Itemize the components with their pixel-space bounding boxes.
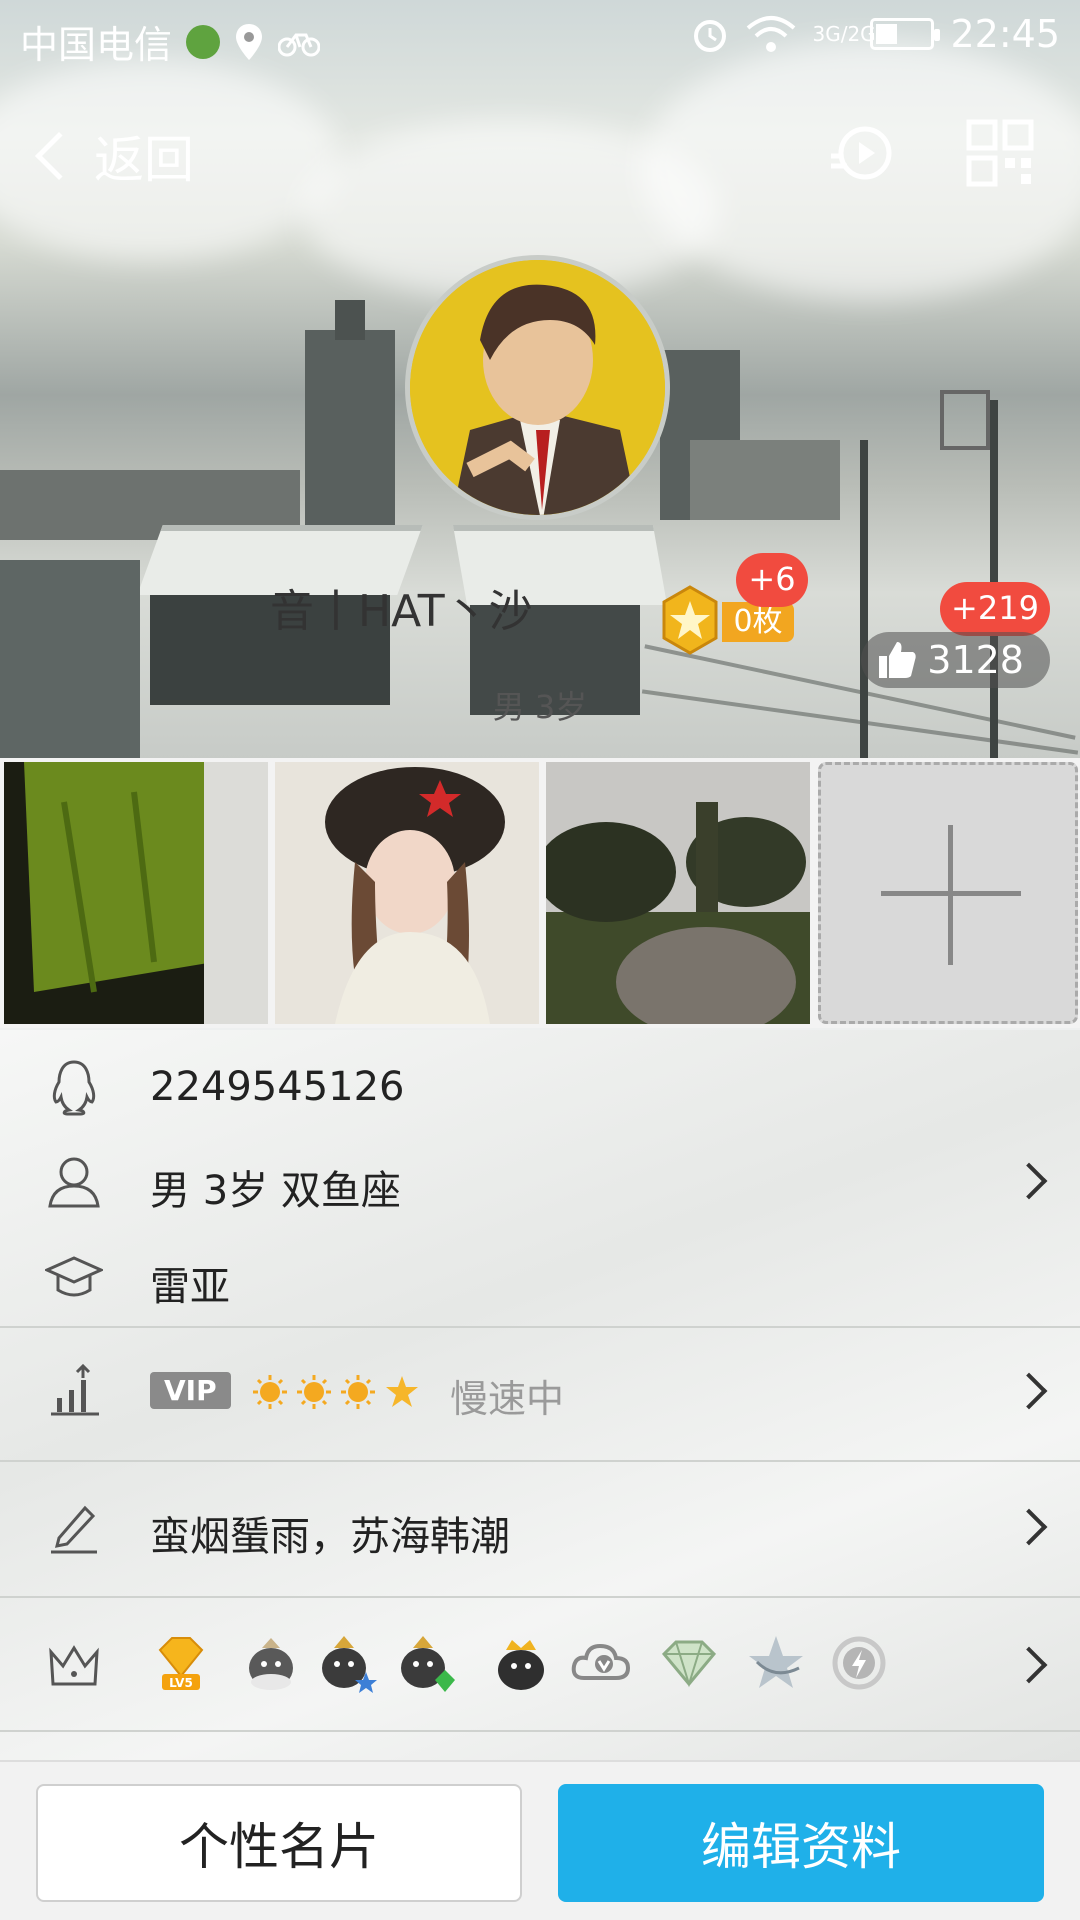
avatar-image <box>410 260 665 515</box>
wifi-icon <box>747 16 796 52</box>
star-icon <box>749 1636 803 1688</box>
pencil-icon <box>51 1505 97 1554</box>
photo-1[interactable] <box>4 762 268 1024</box>
building-tower <box>335 300 365 340</box>
add-photo-button[interactable] <box>818 762 1078 1024</box>
tower <box>940 390 990 450</box>
photo-2-image <box>275 762 539 1024</box>
chevron-right-icon <box>1010 1372 1048 1410</box>
vip-badge: VIP <box>150 1372 231 1409</box>
gender-age-subtitle: 男 3岁 <box>492 688 588 726</box>
basic-info: 男 3岁 双鱼座 <box>150 1168 401 1214</box>
photo-3[interactable] <box>546 762 810 1024</box>
sun-icon <box>341 1375 375 1409</box>
photo-3-image <box>546 762 810 1024</box>
likes-count: 3128 <box>927 638 1024 682</box>
green-diamond-icon <box>661 1640 717 1688</box>
qq-number: 2249545126 <box>150 1064 405 1110</box>
clock: 22:45 <box>950 12 1060 56</box>
bottom-action-bar: 个性名片 编辑资料 <box>0 1760 1080 1920</box>
qq-penguin-star-icon <box>322 1636 377 1693</box>
status-bar: 中国电信 3G/2G 22:45 <box>0 0 1080 76</box>
divider <box>0 1596 1080 1598</box>
signature-text: 蛮烟蜑雨，苏海韩潮 <box>150 1514 510 1560</box>
alarm-icon <box>694 20 727 52</box>
divider <box>0 1460 1080 1462</box>
train <box>0 560 140 760</box>
qq-cloud-v-icon <box>571 1643 631 1680</box>
medal-new-badge: +6 <box>736 553 808 607</box>
school-name: 雷亚 <box>150 1264 230 1310</box>
photo-1-image <box>4 762 268 1024</box>
network-type: 3G/2G <box>812 22 876 46</box>
nickname: 音丨HAT丶沙 <box>270 586 533 637</box>
sun-icon <box>253 1375 287 1409</box>
person-icon <box>48 1157 100 1208</box>
diamond-lv5-icon: LV5 <box>158 1637 204 1690</box>
qq-penguin-icon <box>249 1638 293 1690</box>
qq-penguin-green-icon <box>401 1636 455 1692</box>
chevron-right-icon <box>1010 1508 1048 1546</box>
sun-icon <box>297 1375 331 1409</box>
qq-penguin-crown-icon <box>498 1640 544 1690</box>
personal-card-button[interactable]: 个性名片 <box>36 1784 522 1902</box>
medal-icon[interactable] <box>660 585 720 655</box>
chevron-left-icon <box>34 131 84 181</box>
crown-icon <box>49 1645 99 1686</box>
badge-lv-text: LV5 <box>169 1676 193 1690</box>
photo-2[interactable] <box>275 762 539 1024</box>
building <box>305 330 395 530</box>
vip-status: 慢速中 <box>450 1377 565 1421</box>
likes-button[interactable]: 3128 <box>861 632 1050 688</box>
building <box>690 440 840 520</box>
graduation-cap-icon <box>45 1256 103 1297</box>
qq-penguin-outline-icon <box>52 1060 96 1116</box>
avatar[interactable] <box>405 255 670 520</box>
nickname-row: 音丨HAT丶沙 <box>270 575 533 639</box>
divider <box>0 1730 1080 1732</box>
music-play-icon[interactable] <box>825 118 895 188</box>
battery-icon <box>870 18 941 50</box>
medal-count[interactable]: 0枚 <box>722 602 794 642</box>
qr-code-icon[interactable] <box>965 118 1035 188</box>
carrier-label: 中国电信 <box>20 23 173 67</box>
lightning-icon <box>832 1636 886 1690</box>
likes-new-badge: +219 <box>940 582 1050 636</box>
star-icon <box>386 1376 418 1407</box>
back-label: 返回 <box>94 131 194 189</box>
profile-info-list: 2249545126 男 3岁 双鱼座 雷亚 VIP 慢速中 蛮烟蜑雨，苏海韩潮… <box>0 1030 1080 1760</box>
chevron-right-icon <box>1010 1162 1048 1200</box>
level-chart-icon <box>51 1363 99 1416</box>
sms-icon <box>186 24 221 59</box>
thumbs-up-icon <box>879 642 916 678</box>
edit-profile-button[interactable]: 编辑资料 <box>558 1784 1044 1902</box>
back-button[interactable]: 返回 <box>30 120 194 192</box>
photo-wall <box>0 758 1080 1028</box>
divider <box>0 1326 1080 1328</box>
location-icon <box>236 23 263 60</box>
bicycle-icon <box>278 33 321 56</box>
chevron-right-icon <box>1010 1646 1048 1684</box>
